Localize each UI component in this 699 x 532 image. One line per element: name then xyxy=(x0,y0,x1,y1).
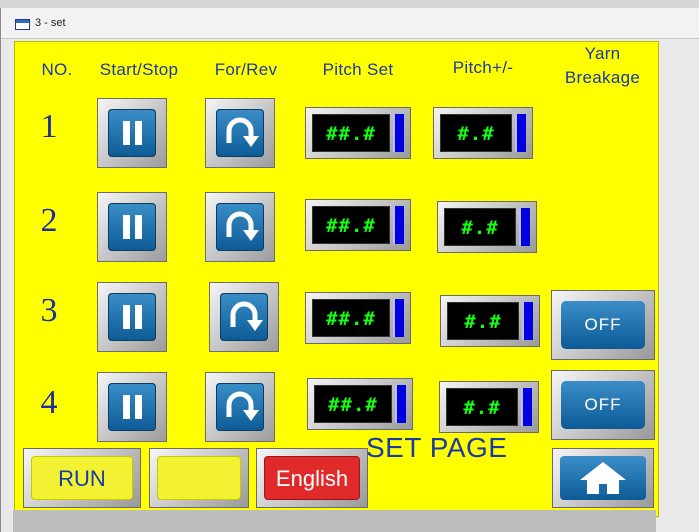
blank-button[interactable] xyxy=(149,448,249,508)
run-label: RUN xyxy=(31,456,133,500)
pause-icon xyxy=(123,215,142,239)
pitch-set-display-4[interactable]: ##.# xyxy=(307,378,413,430)
app-window: 3 - set NO. Start/Stop For/Rev Pitch Set… xyxy=(0,8,699,532)
yarn-breakage-button-3[interactable]: OFF xyxy=(551,290,655,360)
home-icon xyxy=(580,462,626,494)
row-2-number: 2 xyxy=(40,202,58,239)
for-rev-button-3[interactable] xyxy=(209,282,279,352)
page-title: SET PAGE xyxy=(366,432,508,463)
rotate-arrow-icon xyxy=(226,391,259,421)
pitch-pm-value-1: #.# xyxy=(440,114,512,152)
start-stop-button-4[interactable] xyxy=(97,372,167,442)
pitch-set-value-2: ##.# xyxy=(312,206,390,244)
pitch-set-display-3[interactable]: ##.# xyxy=(305,292,411,344)
row-4-number: 4 xyxy=(40,384,58,421)
pitch-set-bar-1 xyxy=(393,114,404,152)
pitch-pm-display-2[interactable]: #.# xyxy=(437,201,537,253)
header-breakage: Breakage xyxy=(564,68,641,87)
pitch-pm-value-4: #.# xyxy=(446,388,518,426)
pitch-pm-bar-2 xyxy=(519,208,530,246)
start-stop-button-1[interactable] xyxy=(97,98,167,168)
language-label: English xyxy=(264,456,360,500)
bottom-strip xyxy=(13,510,656,532)
pitch-pm-display-3[interactable]: #.# xyxy=(440,295,540,347)
start-stop-button-2[interactable] xyxy=(97,192,167,262)
rotate-arrow-icon xyxy=(230,301,263,331)
pitch-pm-value-2: #.# xyxy=(444,208,516,246)
blank-label xyxy=(157,456,241,500)
set-panel: NO. Start/Stop For/Rev Pitch Set Pitch+/… xyxy=(14,41,659,517)
for-rev-button-4[interactable] xyxy=(205,372,275,442)
pitch-set-bar-3 xyxy=(393,299,404,337)
pitch-set-value-3: ##.# xyxy=(312,299,390,337)
window-icon xyxy=(15,19,30,30)
header-pitch-set: Pitch Set xyxy=(322,60,394,79)
pitch-set-bar-4 xyxy=(395,385,406,423)
pitch-pm-display-1[interactable]: #.# xyxy=(433,107,533,159)
language-button[interactable]: English xyxy=(256,448,368,508)
pitch-pm-value-3: #.# xyxy=(447,302,519,340)
header-yarn: Yarn xyxy=(584,44,621,63)
window-title: 3 - set xyxy=(35,17,66,29)
title-bar: 3 - set xyxy=(1,8,699,39)
pause-icon xyxy=(123,121,142,145)
pitch-set-bar-2 xyxy=(393,206,404,244)
pitch-set-value-4: ##.# xyxy=(314,385,392,423)
rotate-arrow-icon xyxy=(226,117,259,147)
rotate-arrow-icon xyxy=(226,211,259,241)
pitch-set-value-1: ##.# xyxy=(312,114,390,152)
pitch-set-display-1[interactable]: ##.# xyxy=(305,107,411,159)
start-stop-button-3[interactable] xyxy=(97,282,167,352)
run-button[interactable]: RUN xyxy=(23,448,141,508)
header-for-rev: For/Rev xyxy=(214,60,278,79)
pitch-pm-bar-4 xyxy=(521,388,532,426)
pitch-pm-bar-3 xyxy=(522,302,533,340)
header-start-stop: Start/Stop xyxy=(99,60,179,79)
pitch-pm-bar-1 xyxy=(515,114,526,152)
yarn-breakage-button-4[interactable]: OFF xyxy=(551,370,655,440)
header-no: NO. xyxy=(41,60,73,79)
pause-icon xyxy=(123,395,142,419)
yarn-breakage-label-3: OFF xyxy=(561,301,645,349)
row-1-number: 1 xyxy=(40,108,58,145)
pitch-pm-display-4[interactable]: #.# xyxy=(439,381,539,433)
home-button[interactable] xyxy=(552,448,654,508)
pause-icon xyxy=(123,305,142,329)
pitch-set-display-2[interactable]: ##.# xyxy=(305,199,411,251)
for-rev-button-2[interactable] xyxy=(205,192,275,262)
header-pitch-plus-minus: Pitch+/- xyxy=(452,58,514,77)
row-3-number: 3 xyxy=(40,292,58,329)
for-rev-button-1[interactable] xyxy=(205,98,275,168)
yarn-breakage-label-4: OFF xyxy=(561,381,645,429)
